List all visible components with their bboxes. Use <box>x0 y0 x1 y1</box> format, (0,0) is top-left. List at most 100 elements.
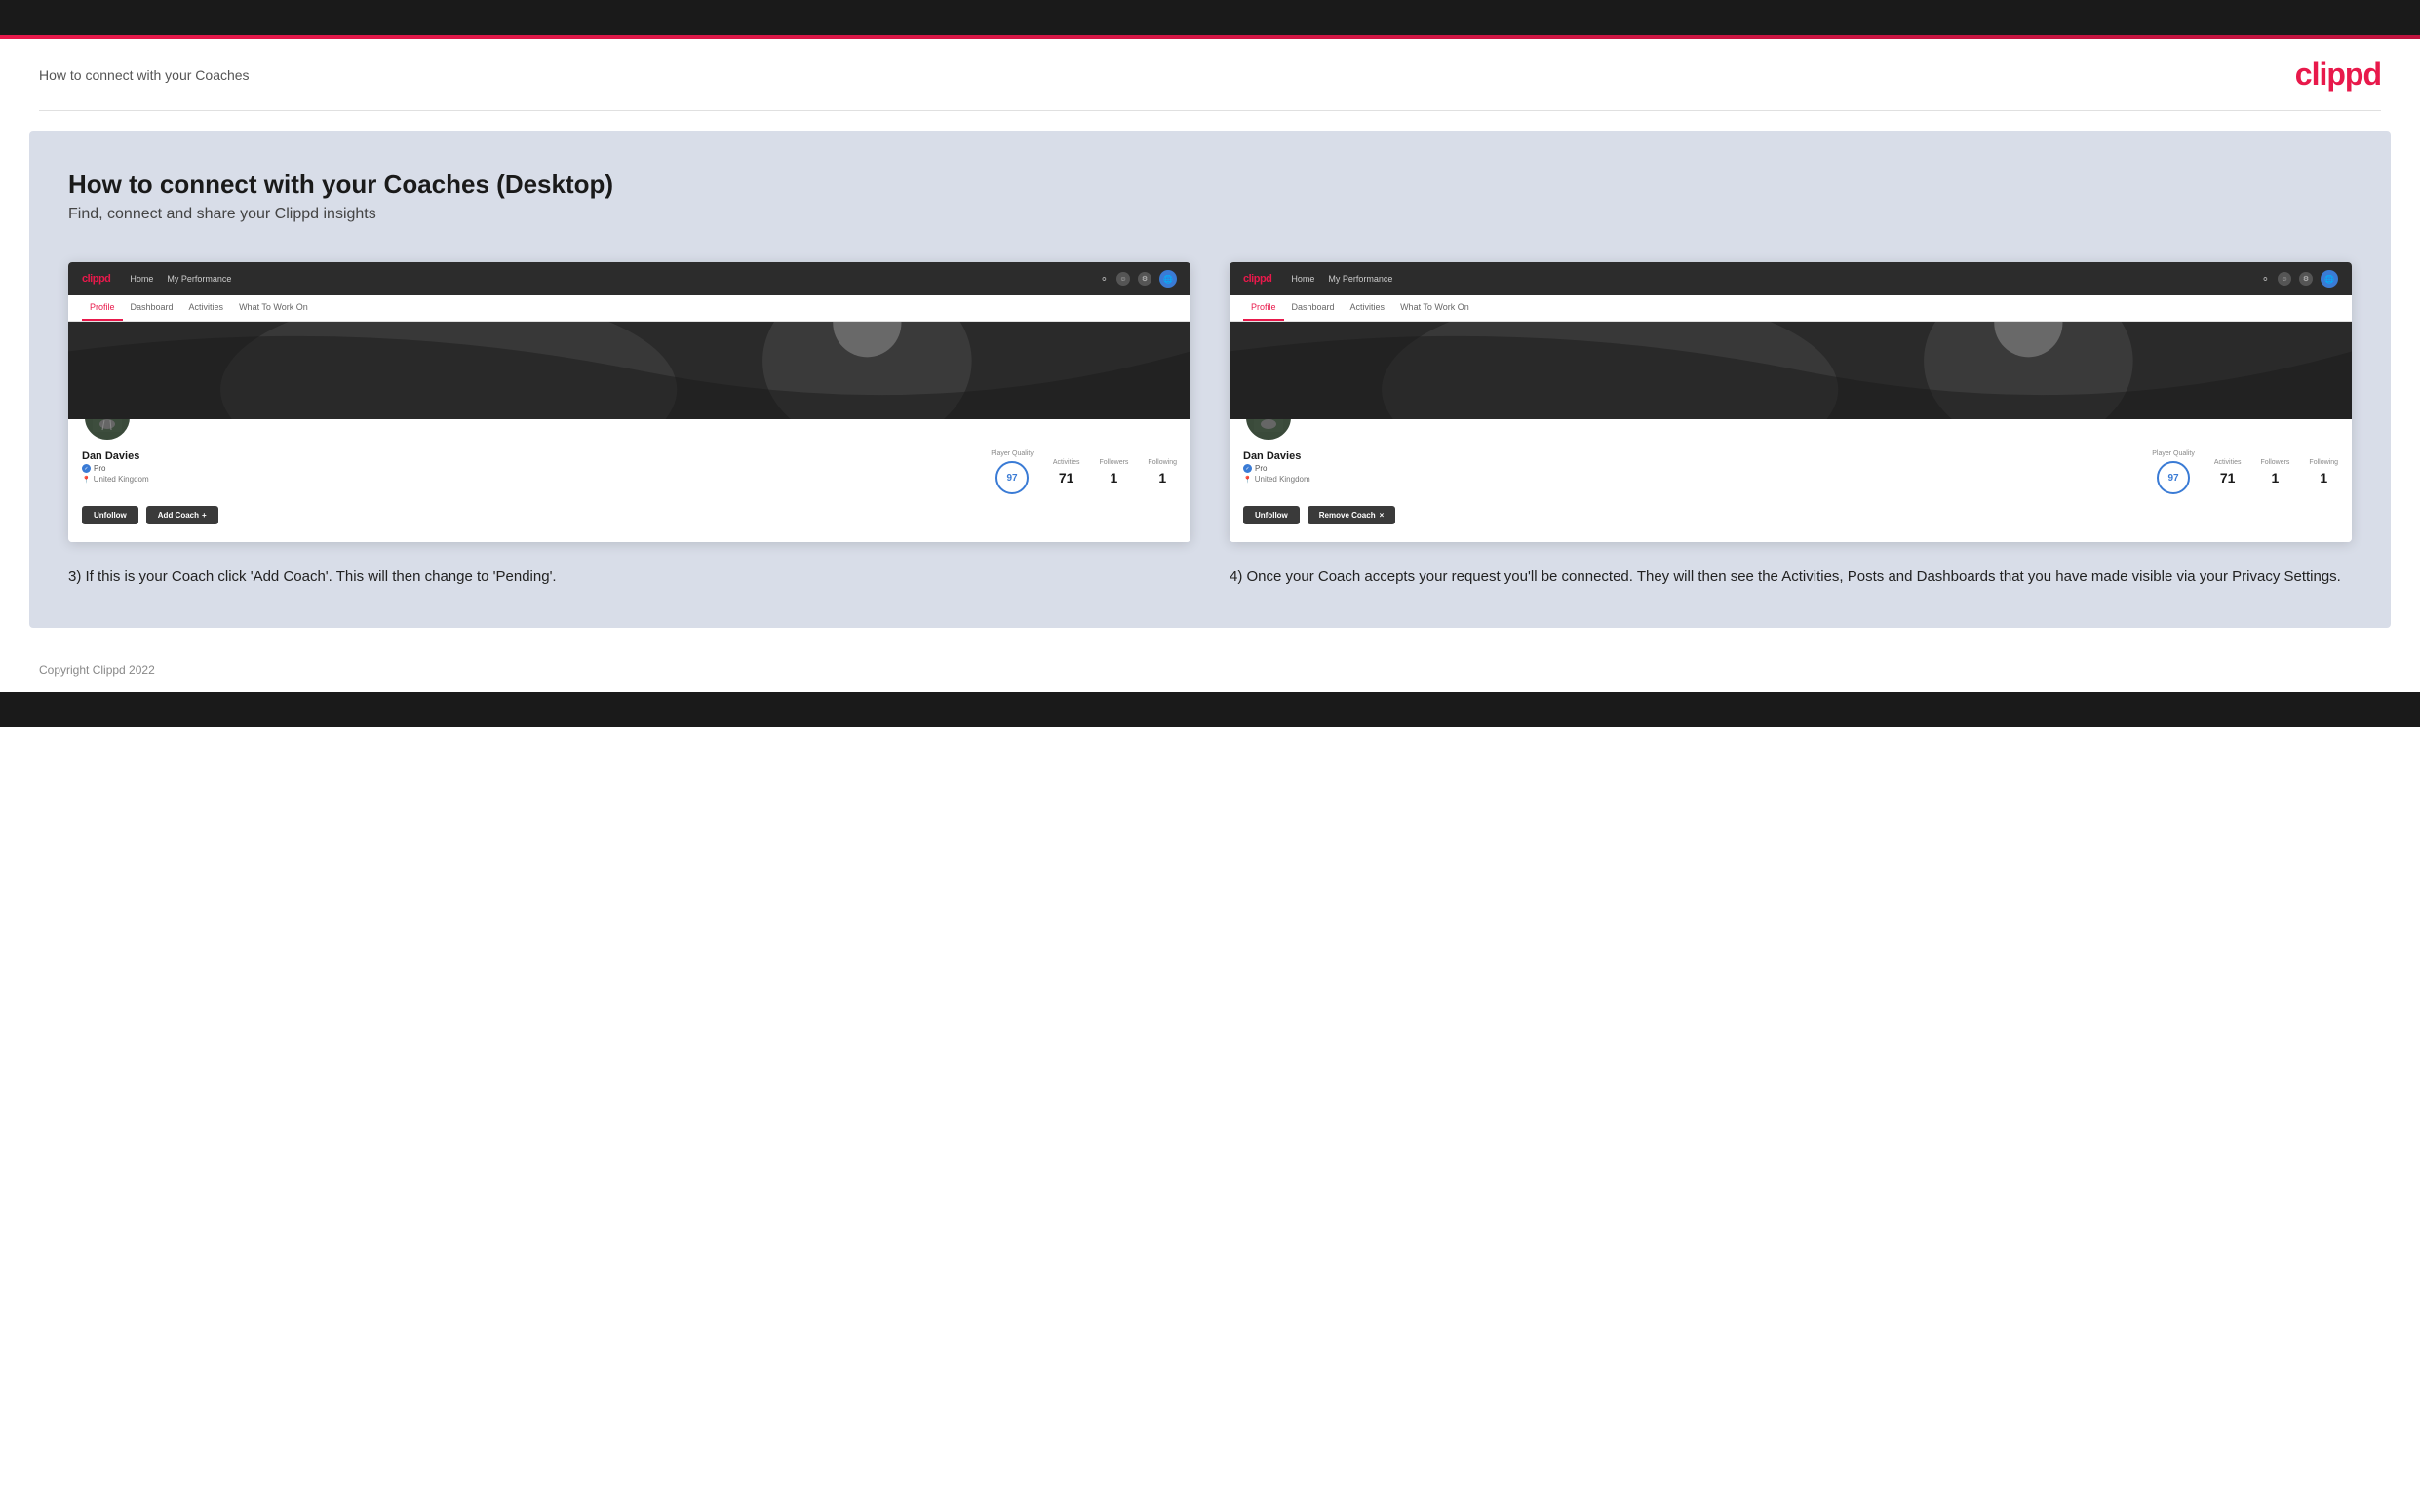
right-tab-activities[interactable]: Activities <box>1343 295 1393 321</box>
right-mock-stats: Player Quality 97 Activities 71 Follower… <box>2152 450 2338 494</box>
right-user-role: ✓ Pro <box>1243 464 2152 473</box>
right-pq-label: Player Quality <box>2152 450 2195 457</box>
left-user-details: Dan Davies ✓ Pro 📍 United Kingdom <box>82 450 991 484</box>
right-verified-icon: ✓ <box>1243 464 1252 473</box>
right-mock-buttons: Unfollow Remove Coach × <box>1243 506 2338 524</box>
right-remove-icon: × <box>1380 511 1385 520</box>
left-pq-circle: 97 <box>995 461 1029 494</box>
right-followers-stat: Followers 1 <box>2260 459 2289 485</box>
left-mock-stats: Player Quality 97 Activities 71 Follower… <box>991 450 1177 494</box>
left-nav-home[interactable]: Home <box>130 274 153 284</box>
bottom-bar <box>0 692 2420 727</box>
right-user-name: Dan Davies <box>1243 450 2152 462</box>
right-mock-nav-links: Home My Performance <box>1291 274 2241 284</box>
left-pq-label: Player Quality <box>991 450 1034 457</box>
left-tab-what-to-work-on[interactable]: What To Work On <box>231 295 316 321</box>
right-following-stat: Following 1 <box>2309 459 2338 485</box>
right-player-quality-stat: Player Quality 97 <box>2152 450 2195 494</box>
left-mock-buttons: Unfollow Add Coach + <box>82 506 1177 524</box>
right-followers-label: Followers <box>2260 459 2289 466</box>
left-banner-svg <box>68 322 1190 419</box>
right-mock-nav: clippd Home My Performance ⚬ ☺ ⚙ 🌐 <box>1230 262 2352 295</box>
left-user-role: ✓ Pro <box>82 464 991 473</box>
left-activities-stat: Activities 71 <box>1053 459 1080 485</box>
right-tab-profile[interactable]: Profile <box>1243 295 1284 321</box>
left-mock-browser: clippd Home My Performance ⚬ ☺ ⚙ 🌐 Profi… <box>68 262 1190 542</box>
left-profile-info: Dan Davies ✓ Pro 📍 United Kingdom <box>82 450 1177 494</box>
left-column: clippd Home My Performance ⚬ ☺ ⚙ 🌐 Profi… <box>68 262 1190 589</box>
left-user-name: Dan Davies <box>82 450 991 462</box>
right-remove-coach-button[interactable]: Remove Coach × <box>1308 506 1395 524</box>
page-heading: How to connect with your Coaches (Deskto… <box>68 170 2352 200</box>
right-following-label: Following <box>2309 459 2338 466</box>
top-bar <box>0 0 2420 35</box>
right-search-icon[interactable]: ⚬ <box>2261 273 2270 286</box>
left-mock-banner <box>68 322 1190 419</box>
left-player-quality-stat: Player Quality 97 <box>991 450 1034 494</box>
right-user-details: Dan Davies ✓ Pro 📍 United Kingdom <box>1243 450 2152 484</box>
left-mock-nav-icons: ⚬ ☺ ⚙ 🌐 <box>1100 270 1177 288</box>
right-mock-banner <box>1230 322 2352 419</box>
right-pq-circle: 97 <box>2157 461 2190 494</box>
right-tab-dashboard[interactable]: Dashboard <box>1284 295 1343 321</box>
right-tab-what-to-work-on[interactable]: What To Work On <box>1392 295 1477 321</box>
right-unfollow-button[interactable]: Unfollow <box>1243 506 1300 524</box>
left-mock-nav-links: Home My Performance <box>130 274 1079 284</box>
left-role-text: Pro <box>94 464 105 473</box>
left-add-coach-button[interactable]: Add Coach + <box>146 506 218 524</box>
right-activities-label: Activities <box>2214 459 2242 466</box>
right-mock-tabs: Profile Dashboard Activities What To Wor… <box>1230 295 2352 322</box>
copyright-text: Copyright Clippd 2022 <box>39 663 155 677</box>
right-banner-svg <box>1230 322 2352 419</box>
right-location-text: United Kingdom <box>1255 475 1310 484</box>
right-nav-performance[interactable]: My Performance <box>1328 274 1392 284</box>
right-mock-logo: clippd <box>1243 273 1271 285</box>
left-location-pin-icon: 📍 <box>82 476 91 484</box>
left-mock-nav: clippd Home My Performance ⚬ ☺ ⚙ 🌐 <box>68 262 1190 295</box>
left-user-icon[interactable]: ☺ <box>1116 272 1130 286</box>
left-tab-dashboard[interactable]: Dashboard <box>123 295 181 321</box>
right-activities-stat: Activities 71 <box>2214 459 2242 485</box>
right-settings-icon[interactable]: ⚙ <box>2299 272 2313 286</box>
left-tab-activities[interactable]: Activities <box>181 295 232 321</box>
right-activities-value: 71 <box>2220 470 2236 485</box>
left-mock-tabs: Profile Dashboard Activities What To Wor… <box>68 295 1190 322</box>
right-role-text: Pro <box>1255 464 1267 473</box>
right-mock-nav-icons: ⚬ ☺ ⚙ 🌐 <box>2261 270 2338 288</box>
right-step-description: 4) Once your Coach accepts your request … <box>1230 565 2352 589</box>
left-following-value: 1 <box>1158 470 1166 485</box>
right-followers-value: 1 <box>2272 470 2280 485</box>
left-search-icon[interactable]: ⚬ <box>1100 273 1109 286</box>
right-location-pin-icon: 📍 <box>1243 476 1252 484</box>
left-add-icon: + <box>202 511 207 520</box>
left-unfollow-button[interactable]: Unfollow <box>82 506 138 524</box>
left-followers-label: Followers <box>1099 459 1128 466</box>
main-content: How to connect with your Coaches (Deskto… <box>29 131 2391 628</box>
right-user-icon[interactable]: ☺ <box>2278 272 2291 286</box>
header-title: How to connect with your Coaches <box>39 67 250 83</box>
left-mock-logo: clippd <box>82 273 110 285</box>
left-activities-value: 71 <box>1059 470 1074 485</box>
right-user-location: 📍 United Kingdom <box>1243 475 2152 484</box>
footer: Copyright Clippd 2022 <box>0 647 2420 692</box>
left-following-label: Following <box>1148 459 1177 466</box>
left-step-description: 3) If this is your Coach click 'Add Coac… <box>68 565 1190 589</box>
left-verified-icon: ✓ <box>82 464 91 473</box>
right-column: clippd Home My Performance ⚬ ☺ ⚙ 🌐 Profi… <box>1230 262 2352 589</box>
right-following-value: 1 <box>2320 470 2327 485</box>
left-location-text: United Kingdom <box>94 475 149 484</box>
left-nav-performance[interactable]: My Performance <box>167 274 231 284</box>
header-divider <box>39 110 2381 111</box>
left-settings-icon[interactable]: ⚙ <box>1138 272 1151 286</box>
right-profile-info: Dan Davies ✓ Pro 📍 United Kingdom <box>1243 450 2338 494</box>
right-globe-icon[interactable]: 🌐 <box>2321 270 2338 288</box>
left-globe-icon[interactable]: 🌐 <box>1159 270 1177 288</box>
header: How to connect with your Coaches clippd <box>0 39 2420 110</box>
right-mock-browser: clippd Home My Performance ⚬ ☺ ⚙ 🌐 Profi… <box>1230 262 2352 542</box>
left-following-stat: Following 1 <box>1148 459 1177 485</box>
right-nav-home[interactable]: Home <box>1291 274 1314 284</box>
left-activities-label: Activities <box>1053 459 1080 466</box>
clippd-logo: clippd <box>2295 57 2381 93</box>
left-user-location: 📍 United Kingdom <box>82 475 991 484</box>
left-tab-profile[interactable]: Profile <box>82 295 123 321</box>
